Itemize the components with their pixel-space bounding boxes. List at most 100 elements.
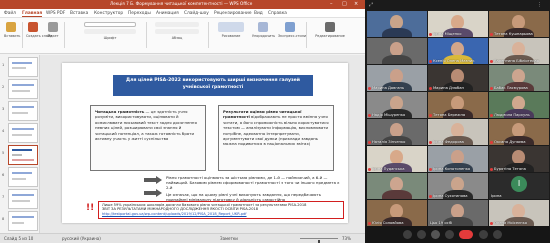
font-group[interactable]: Шрифт — [80, 22, 140, 44]
participant-tile[interactable]: Цьо 19 осіб — [428, 200, 488, 226]
slide-thumbnail[interactable]: 7 — [2, 189, 39, 211]
menu-animation[interactable]: Анимация — [156, 11, 179, 16]
slide-thumbnail[interactable]: 4 — [2, 123, 39, 145]
maximize-icon[interactable]: □ — [342, 1, 347, 7]
paragraph-label: Абзац — [171, 36, 183, 40]
participant-face — [451, 150, 464, 164]
participant-name: Людмила Пархуль — [494, 113, 530, 117]
assessment-results-box[interactable]: Результати оцінки рівня читацької грамот… — [218, 105, 334, 171]
participant-tile[interactable]: Ксенія Олена Мазник — [428, 38, 488, 64]
end-call-button[interactable] — [459, 230, 473, 239]
thumbnail-number: 3 — [2, 107, 5, 111]
participant-tile[interactable]: Ірина Сухотинова — [428, 173, 488, 199]
camera-button[interactable] — [417, 230, 426, 239]
participant-tile[interactable]: Бурятіна Тетяна — [489, 146, 549, 172]
participant-body — [382, 190, 412, 199]
slide-title[interactable]: Для цілей PISA-2022 використовують ширші… — [113, 75, 313, 96]
participant-tile[interactable]: Марина Довгань — [367, 65, 427, 91]
participant-tile[interactable]: Ірина Пуданська — [367, 146, 427, 172]
menu-transitions[interactable]: Переходы — [128, 11, 151, 16]
quick-styles-button[interactable]: Экспресс-стили — [278, 22, 306, 44]
participant-tile[interactable]: Ірина Конотопенко — [428, 146, 488, 172]
zoom-slider[interactable] — [300, 238, 338, 243]
slide-thumbnail-selected[interactable]: 5 — [2, 145, 39, 167]
participant-name: Цьо 19 осіб — [430, 221, 452, 225]
drawing-button[interactable]: Рисование — [214, 22, 248, 44]
participant-tile[interactable]: Олена Моїсеєнко — [489, 200, 549, 226]
participant-tile[interactable]: Юлія Соловйова — [367, 200, 427, 226]
screen-share-button[interactable] — [431, 230, 440, 239]
minimize-icon[interactable]: – — [330, 1, 333, 7]
slide-thumbnails-panel[interactable]: 1 2 3 4 5 6 7 8 — [0, 55, 40, 233]
font-format-row[interactable] — [84, 29, 136, 34]
reading-literacy-box[interactable]: Читацька грамотність — це здатність учня… — [90, 105, 206, 171]
participant-tile[interactable]: Ірина Міщенко — [428, 11, 488, 37]
new-slide-button[interactable]: Создать слайд — [26, 22, 52, 44]
expand-icon[interactable]: ⤢ — [369, 2, 373, 8]
slide[interactable]: Для цілей PISA-2022 використовують ширші… — [62, 63, 348, 223]
muted-mic-icon — [429, 33, 432, 36]
participant-tile[interactable]: Валентина Бібліотекар — [489, 38, 549, 64]
language-indicator[interactable]: русский (Украина) — [62, 236, 101, 241]
layout-button[interactable]: Макет — [46, 22, 60, 44]
paragraph-list-row[interactable] — [155, 29, 199, 34]
participant-face — [451, 177, 464, 191]
participant-tile[interactable]: Марина Дзюбан — [428, 65, 488, 91]
levels-text-block[interactable]: Рівня грамотності оцінюють за шістьма рі… — [166, 175, 341, 204]
pisa-note-box[interactable]: Лише 59% українських школярів досягли ба… — [98, 201, 344, 219]
menu-help[interactable]: Справка — [268, 11, 287, 16]
menu-slideshow[interactable]: Слайд-шоу — [184, 11, 209, 16]
arrange-button[interactable]: Упорядочить — [252, 22, 275, 44]
slide-thumbnail[interactable]: 2 — [2, 79, 39, 101]
slide-thumbnail[interactable]: 8 — [2, 211, 39, 233]
close-icon[interactable]: × — [354, 1, 358, 7]
slide-thumbnail[interactable]: 6 — [2, 167, 39, 189]
font-name-box[interactable] — [84, 22, 136, 27]
participant-tile[interactable] — [367, 38, 427, 64]
menu-file[interactable]: Файл — [4, 11, 16, 16]
participant-tile[interactable]: І Ірина — [489, 173, 549, 199]
slide-counter: Слайд 5 из 10 — [4, 236, 34, 241]
menu-designer[interactable]: Конструктор — [94, 11, 123, 16]
pisa-report-link[interactable]: http://testportal.gov.ua/wp-content/uplo… — [102, 212, 340, 216]
thumbnail-number: 5 — [2, 151, 5, 155]
menu-review[interactable]: Рецензирование — [214, 11, 251, 16]
microphone-button[interactable] — [403, 230, 412, 239]
paste-button[interactable]: Вставить — [4, 22, 20, 44]
zoom-level[interactable]: 73% — [342, 236, 351, 241]
participant-name: Ірина Конотопенко — [433, 167, 471, 171]
participant-tile[interactable]: Тетяна Бережна — [428, 92, 488, 118]
participant-face — [390, 96, 403, 110]
reactions-button[interactable] — [493, 230, 502, 239]
window-title: Лекція 7 Б. Формування читацької компете… — [110, 1, 253, 6]
menu-wps-pdf[interactable]: WPS PDF — [46, 11, 65, 16]
participant-name: Тетяна Кушнарьова — [494, 32, 533, 36]
paragraph-align-row[interactable] — [155, 22, 199, 27]
participant-tile[interactable]: Ірина Федорова — [428, 119, 488, 145]
participant-tile[interactable]: Людмила Пархуль — [489, 92, 549, 118]
chat-button[interactable] — [445, 230, 454, 239]
participant-name: Наталія Зінченко — [372, 140, 406, 144]
editing-button[interactable]: Редактирование — [314, 22, 346, 44]
participant-tile[interactable]: Надія Мішуренко — [367, 92, 427, 118]
muted-mic-icon — [429, 60, 432, 63]
participants-button[interactable] — [479, 230, 488, 239]
participant-tile[interactable] — [367, 173, 427, 199]
conference-header: ⤢ ⋮ — [365, 0, 550, 10]
slide-canvas[interactable]: Для цілей PISA-2022 використовують ширші… — [40, 55, 365, 233]
paragraph-group[interactable]: Абзац — [152, 22, 202, 44]
menu-insert[interactable]: Вставка — [70, 11, 88, 16]
participant-tile[interactable]: Бабак Пасмурова — [489, 65, 549, 91]
participant-tile[interactable]: Наталія Зінченко — [367, 119, 427, 145]
thumbnail-number: 4 — [2, 129, 5, 133]
participant-tile[interactable]: Тетяна Кушнарьова — [489, 11, 549, 37]
participant-tile[interactable] — [367, 11, 427, 37]
menu-home[interactable]: Главная — [22, 11, 43, 17]
menu-view[interactable]: Вид — [254, 11, 263, 16]
slide-thumbnail[interactable]: 3 — [2, 101, 39, 123]
slide-thumbnail[interactable]: 1 — [2, 57, 39, 79]
participant-face — [390, 69, 403, 83]
participant-tile[interactable]: Оксана Дунаєва — [489, 119, 549, 145]
notes-button[interactable]: Заметки — [220, 236, 238, 241]
more-options-icon[interactable]: ⋮ — [537, 2, 542, 8]
